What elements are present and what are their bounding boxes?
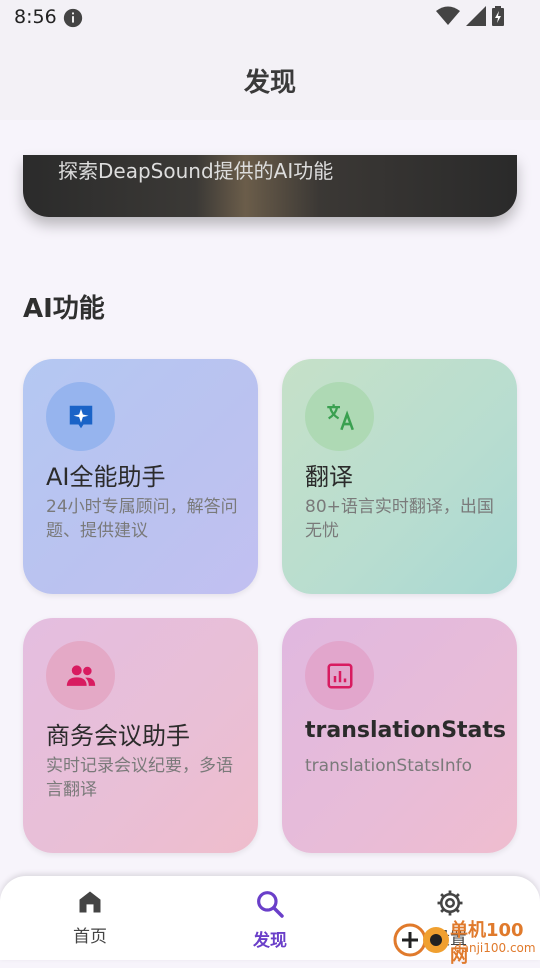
- app-bar: 发现: [0, 36, 540, 120]
- info-icon: [63, 8, 83, 28]
- wifi-icon: [436, 6, 460, 25]
- banner-text: 探索DeapSound提供的AI功能: [58, 159, 334, 183]
- card-desc: translationStatsInfo: [305, 756, 472, 776]
- card-desc: 实时记录会议纪要，多语言翻译: [46, 756, 233, 800]
- search-icon: [257, 891, 284, 918]
- battery-icon: [492, 6, 504, 26]
- ai-assistant-icon-circle: [46, 382, 115, 451]
- card-translate[interactable]: 翻译 80+语言实时翻译，出国无忧: [282, 359, 517, 594]
- card-desc: 80+语言实时翻译，出国无忧: [305, 497, 494, 541]
- card-title: 商务会议助手: [46, 722, 190, 750]
- section-title: AI功能: [23, 294, 105, 324]
- page-title: 发现: [243, 68, 296, 98]
- translate-icon-circle: [305, 382, 374, 451]
- translate-icon: [326, 403, 354, 430]
- card-title: AI全能助手: [46, 463, 166, 491]
- nav-discover[interactable]: 发现: [210, 888, 330, 951]
- stats-icon: [327, 663, 352, 688]
- home-icon: [79, 891, 101, 913]
- watermark-sub: danji100.com: [454, 941, 536, 955]
- status-bar: 8:56: [0, 0, 540, 36]
- nav-home[interactable]: 首页: [30, 888, 150, 947]
- watermark: 单机100网 danji100.com: [392, 914, 540, 967]
- card-title: translationStats: [305, 718, 507, 743]
- watermark-logo-icon: [393, 923, 449, 957]
- people-icon: [66, 664, 95, 686]
- sparkle-icon: [69, 405, 92, 428]
- stats-icon-circle: [305, 641, 374, 710]
- signal-icon: [466, 6, 486, 26]
- card-ai-assistant[interactable]: AI全能助手 24小时专属顾问，解答问题、提供建议: [23, 359, 258, 594]
- nav-home-label: 首页: [73, 927, 107, 947]
- nav-discover-label: 发现: [253, 931, 287, 951]
- card-translation-stats[interactable]: translationStats translationStatsInfo: [282, 618, 517, 853]
- discover-banner[interactable]: 探索DeapSound提供的AI功能: [23, 155, 517, 217]
- meeting-icon-circle: [46, 641, 115, 710]
- card-desc: 24小时专属顾问，解答问题、提供建议: [46, 497, 238, 541]
- card-meeting-assistant[interactable]: 商务会议助手 实时记录会议纪要，多语言翻译: [23, 618, 258, 853]
- status-time: 8:56: [14, 6, 57, 28]
- card-title: 翻译: [305, 463, 353, 491]
